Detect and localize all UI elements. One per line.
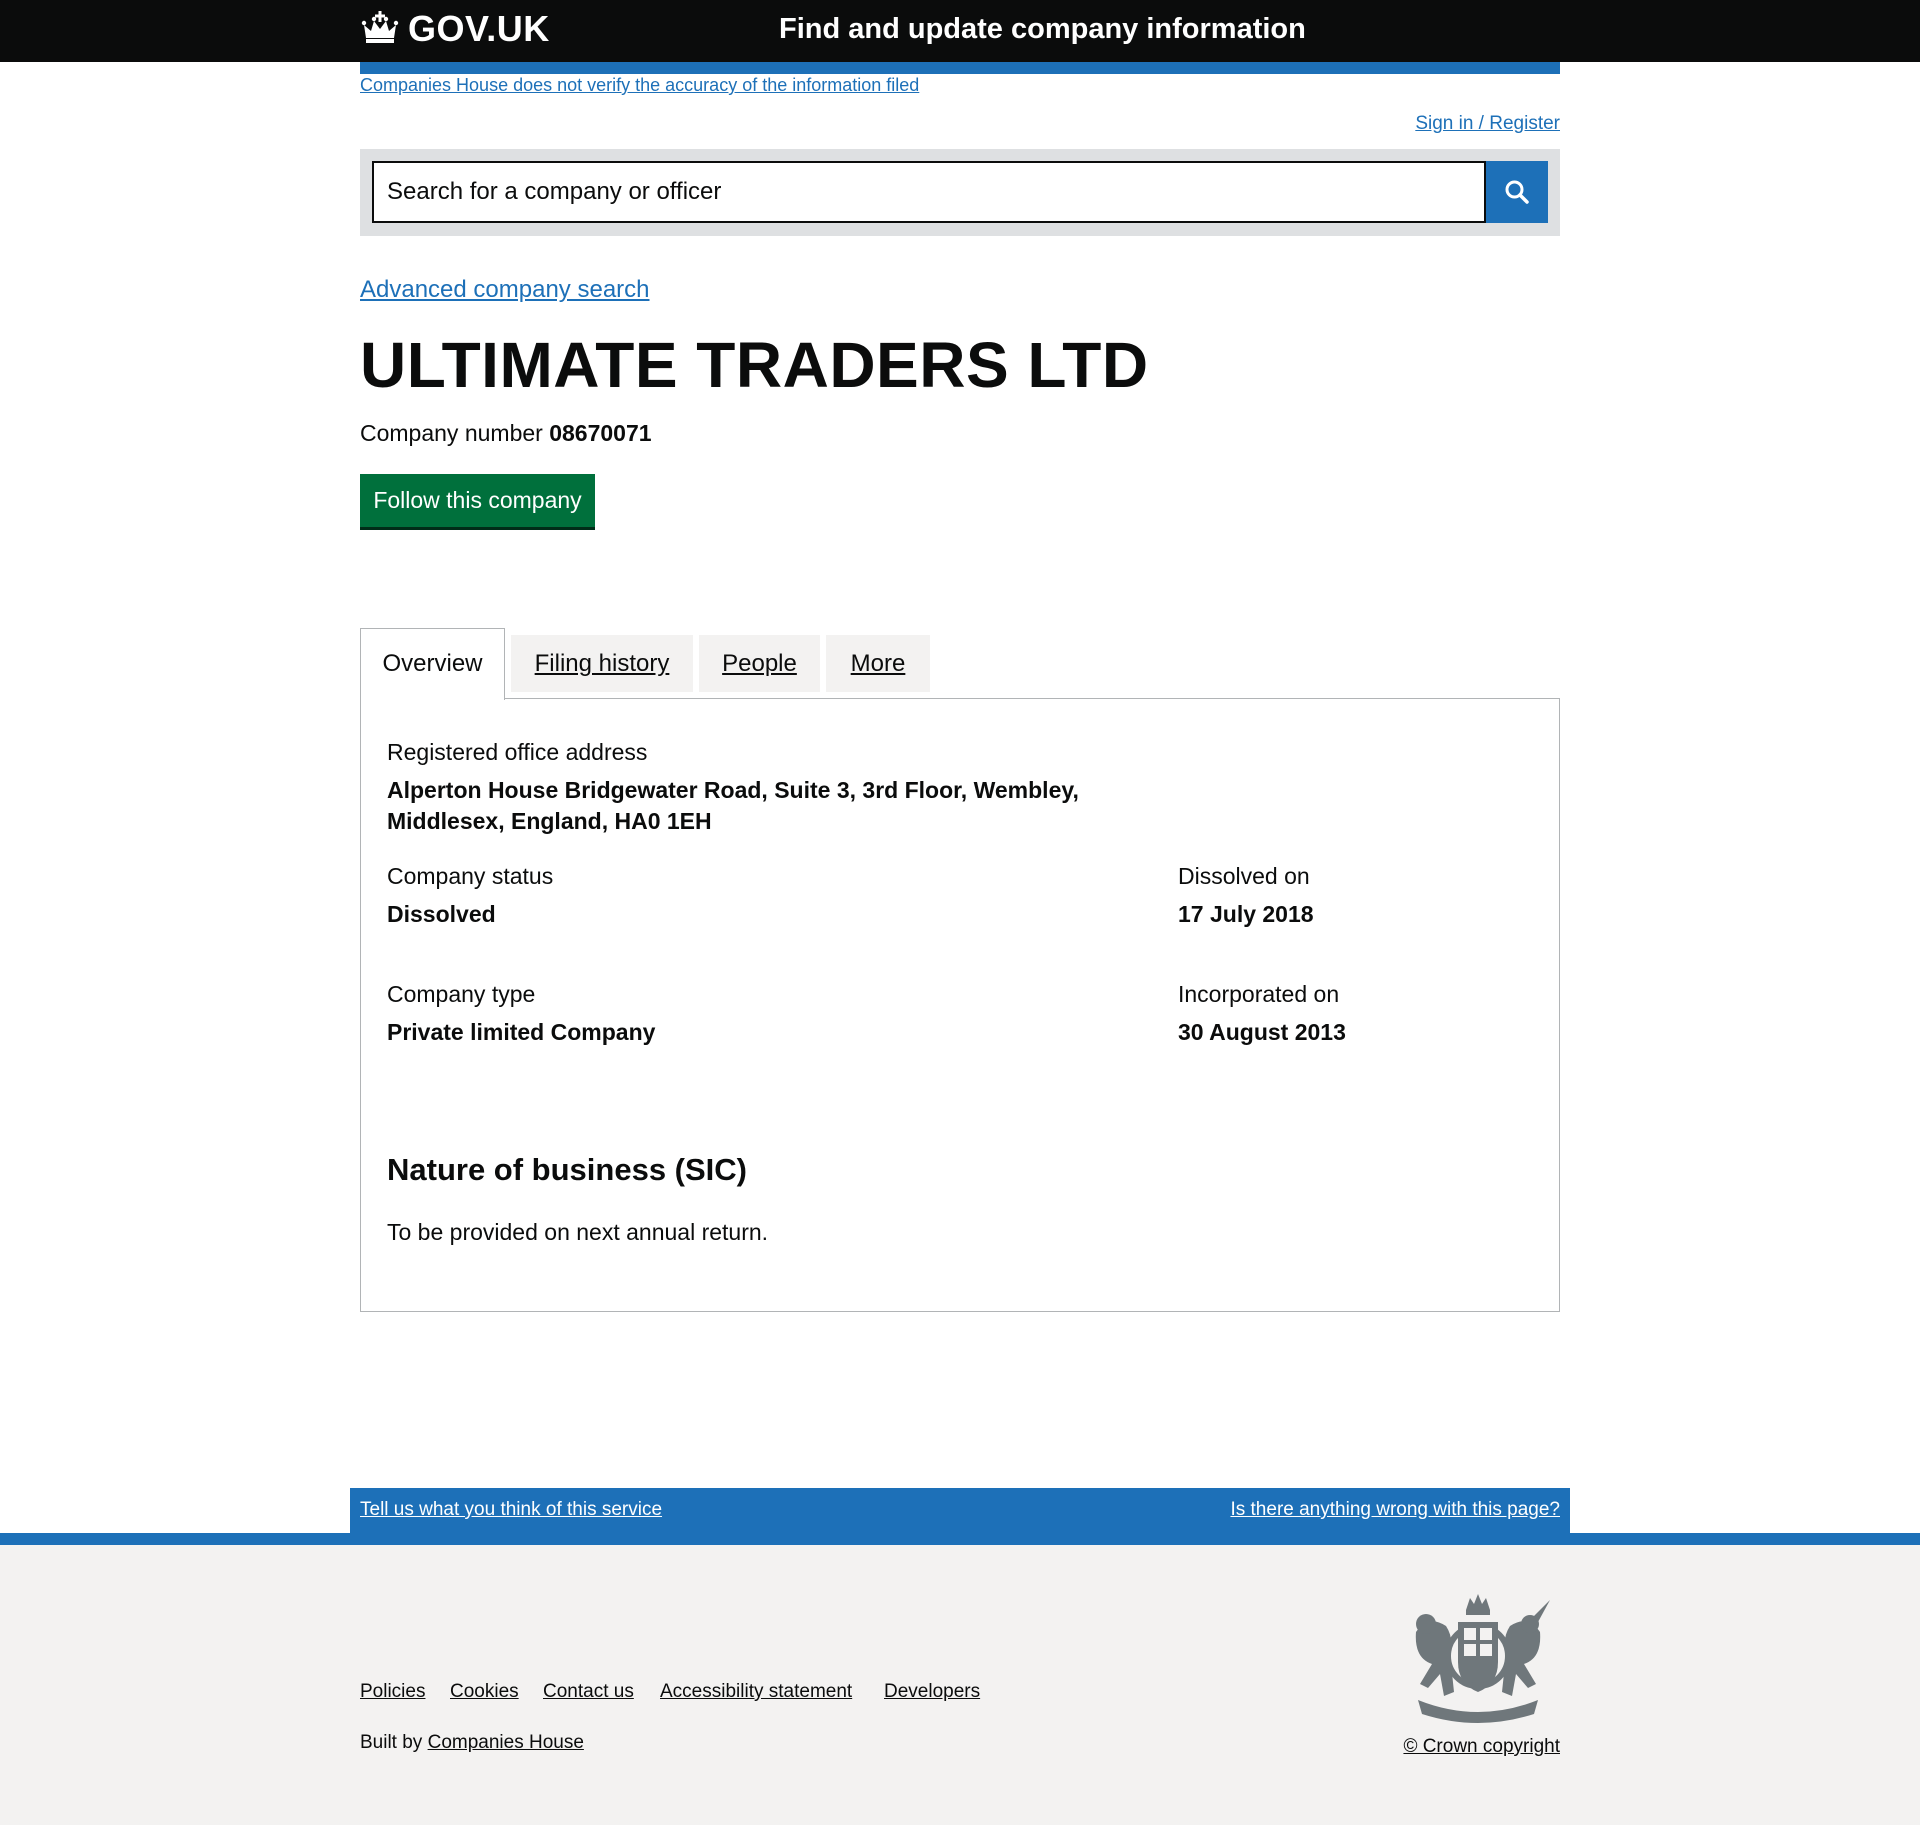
overview-panel: Registered office address Alperton House… bbox=[360, 698, 1560, 1312]
tab-more[interactable]: More bbox=[826, 635, 930, 692]
sic-text: To be provided on next annual return. bbox=[387, 1219, 769, 1245]
crown-copyright-link[interactable]: © Crown copyright bbox=[1403, 1736, 1560, 1758]
companies-house-link[interactable]: Companies House bbox=[428, 1732, 584, 1753]
company-type-label: Company type bbox=[387, 981, 536, 1007]
company-number-label: Company number bbox=[360, 420, 543, 446]
built-by-prefix: Built by bbox=[360, 1732, 423, 1753]
advanced-search-link[interactable]: Advanced company search bbox=[360, 276, 650, 304]
crown-icon bbox=[361, 11, 399, 43]
sign-in-register-link[interactable]: Sign in / Register bbox=[1415, 113, 1560, 135]
royal-crest-icon bbox=[1415, 1594, 1550, 1723]
tab-filing-history[interactable]: Filing history bbox=[511, 635, 693, 692]
search-icon bbox=[1505, 180, 1529, 204]
feedback-bar: Tell us what you think of this service I… bbox=[350, 1488, 1570, 1533]
company-name-heading: ULTIMATE TRADERS LTD bbox=[360, 329, 1149, 401]
tab-people[interactable]: People bbox=[699, 635, 820, 692]
incorporated-on-value: 30 August 2013 bbox=[1178, 1019, 1346, 1045]
site-header: GOV.UK Find and update company informati… bbox=[0, 0, 1920, 62]
footer-link-policies[interactable]: Policies bbox=[360, 1681, 425, 1703]
search-button[interactable] bbox=[1486, 161, 1548, 223]
footer-link-contact[interactable]: Contact us bbox=[543, 1681, 634, 1703]
dissolved-on-label: Dissolved on bbox=[1178, 863, 1310, 889]
report-problem-link[interactable]: Is there anything wrong with this page? bbox=[1230, 1499, 1560, 1521]
govuk-logo-link[interactable]: GOV.UK bbox=[360, 8, 550, 50]
company-number: Company number 08670071 bbox=[360, 420, 652, 447]
dissolved-on-value: 17 July 2018 bbox=[1178, 901, 1314, 927]
search-input[interactable] bbox=[372, 161, 1486, 223]
header-blue-strip bbox=[360, 62, 1560, 74]
feedback-service-link[interactable]: Tell us what you think of this service bbox=[360, 1499, 662, 1521]
company-status-label: Company status bbox=[387, 863, 554, 889]
incorporated-on-label: Incorporated on bbox=[1178, 981, 1340, 1007]
registered-address-label: Registered office address bbox=[387, 739, 648, 765]
footer-link-accessibility[interactable]: Accessibility statement bbox=[660, 1681, 852, 1703]
accuracy-notice-link[interactable]: Companies House does not verify the accu… bbox=[360, 75, 919, 96]
sic-heading: Nature of business (SIC) bbox=[387, 1152, 747, 1187]
follow-company-button[interactable]: Follow this company bbox=[360, 474, 595, 527]
built-by: Built by Companies House bbox=[360, 1732, 584, 1754]
service-name-link[interactable]: Find and update company information bbox=[779, 13, 1306, 46]
company-number-value: 08670071 bbox=[549, 420, 652, 446]
logo-text: GOV.UK bbox=[408, 8, 550, 49]
registered-address-line2: Middlesex, England, HA0 1EH bbox=[387, 808, 712, 834]
registered-address-line1: Alperton House Bridgewater Road, Suite 3… bbox=[387, 777, 1079, 803]
footer-top-border bbox=[0, 1533, 1920, 1545]
search-bar bbox=[360, 149, 1560, 236]
footer-link-cookies[interactable]: Cookies bbox=[450, 1681, 519, 1703]
tab-overview[interactable]: Overview bbox=[360, 628, 505, 700]
footer-link-developers[interactable]: Developers bbox=[884, 1681, 980, 1703]
company-type-value: Private limited Company bbox=[387, 1019, 656, 1045]
company-status-value: Dissolved bbox=[387, 901, 496, 927]
